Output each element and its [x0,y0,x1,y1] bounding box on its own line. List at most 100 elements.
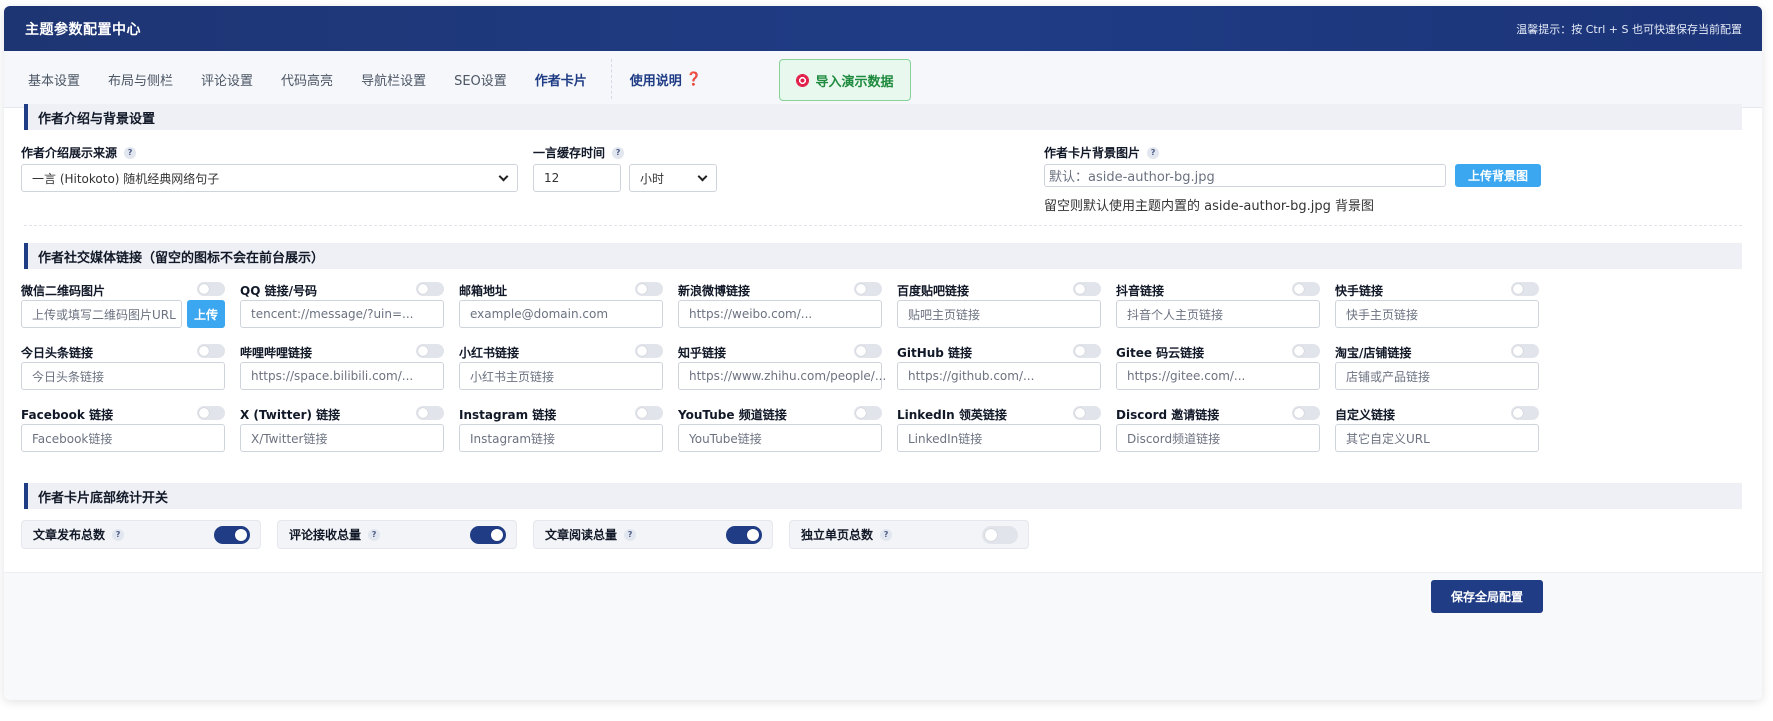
social-link-input[interactable]: 其它自定义URL [1335,424,1539,452]
social-link-input[interactable]: Discord频道链接 [1116,424,1320,452]
social-link-label: 抖音链接 [1116,284,1165,298]
social-link-toggle[interactable] [854,406,882,420]
help-icon[interactable]: ? [880,528,893,541]
bg-image-label: 作者卡片背景图片? [1044,144,1160,161]
social-link-input[interactable]: example@domain.com [459,300,663,328]
social-link-toggle[interactable] [635,344,663,358]
chevron-down-icon [498,171,509,181]
header-bar: 主题参数配置中心 温馨提示：按 Ctrl + S 也可快速保存当前配置 [4,6,1762,51]
social-link-input[interactable]: tencent://message/?uin=... [240,300,444,328]
import-demo-button[interactable]: 导入演示数据 [779,59,911,101]
tab-navbar[interactable]: 导航栏设置 [347,51,440,107]
social-link-input[interactable]: YouTube链接 [678,424,882,452]
help-icon[interactable]: ? [1147,146,1160,159]
social-link-toggle[interactable] [416,406,444,420]
config-panel: 主题参数配置中心 温馨提示：按 Ctrl + S 也可快速保存当前配置 基本设置… [4,6,1762,700]
stat-label: 文章阅读总量 [545,528,618,542]
social-link-label: Instagram 链接 [459,408,557,422]
social-link-input[interactable]: 今日头条链接 [21,362,225,390]
social-link-toggle[interactable] [1073,406,1101,420]
social-link-input[interactable]: https://weibo.com/... [678,300,882,328]
social-link-input[interactable]: https://github.com/... [897,362,1101,390]
cache-duration-input[interactable]: 12 [533,164,621,192]
source-label-text: 作者介绍展示来源 [21,146,118,160]
social-link-label: 哔哩哔哩链接 [240,346,313,360]
stat-comment-count: 评论接收总量? [277,520,517,549]
social-link-toggle[interactable] [1511,406,1539,420]
social-link-input[interactable]: Instagram链接 [459,424,663,452]
social-link-input[interactable]: 小红书主页链接 [459,362,663,390]
social-link-toggle[interactable] [854,282,882,296]
help-icon[interactable]: ? [112,528,125,541]
social-link-input[interactable]: LinkedIn链接 [897,424,1101,452]
social-link-label: 自定义链接 [1335,408,1396,422]
social-link-label: 知乎链接 [678,346,727,360]
social-link-input[interactable]: https://space.bilibili.com/... [240,362,444,390]
tab-seo[interactable]: SEO设置 [440,51,521,107]
help-icon[interactable]: ? [124,146,137,159]
social-link-input[interactable]: Facebook链接 [21,424,225,452]
social-link-label: X (Twitter) 链接 [240,408,341,422]
social-link-input[interactable]: X/Twitter链接 [240,424,444,452]
social-link-input[interactable]: 上传或填写二维码图片URL [21,300,182,328]
social-link-toggle[interactable] [1292,282,1320,296]
upload-qrcode-button[interactable]: 上传 [187,300,225,328]
section-header-author-intro: 作者介绍与背景设置 [24,104,1742,130]
social-link-input[interactable]: https://gitee.com/... [1116,362,1320,390]
social-link-toggle[interactable] [1073,282,1101,296]
social-link-toggle[interactable] [197,344,225,358]
cache-unit-select[interactable]: 小时 [629,164,717,192]
bg-image-input[interactable]: 默认：aside-author-bg.jpg [1044,164,1446,187]
save-config-button[interactable]: 保存全局配置 [1431,580,1543,613]
social-link-input[interactable]: 贴吧主页链接 [897,300,1101,328]
social-link-label: 今日头条链接 [21,346,94,360]
help-icon[interactable]: ? [368,528,381,541]
source-select[interactable]: 一言 (Hitokoto) 随机经典网络句子 [21,164,518,192]
stat-label: 评论接收总量 [289,528,362,542]
page-title: 主题参数配置中心 [25,21,141,38]
social-link-toggle[interactable] [1511,344,1539,358]
social-link-toggle[interactable] [1073,344,1101,358]
social-link-toggle[interactable] [1292,406,1320,420]
tab-bar: 基本设置 布局与侧栏 评论设置 代码高亮 导航栏设置 SEO设置 作者卡片 使用… [4,51,1762,108]
tab-author-card[interactable]: 作者卡片 [520,51,601,108]
social-link-input[interactable]: 抖音个人主页链接 [1116,300,1320,328]
stat-label: 独立单页总数 [801,528,874,542]
social-link-label: 小红书链接 [459,346,520,360]
stat-view-count: 文章阅读总量? [533,520,773,549]
social-link-input[interactable]: https://www.zhihu.com/people/... [678,362,886,390]
tab-layout[interactable]: 布局与侧栏 [94,51,187,107]
social-link-toggle[interactable] [635,282,663,296]
stat-page-count: 独立单页总数? [789,520,1029,549]
tab-code-highlight[interactable]: 代码高亮 [267,51,347,107]
tab-divider [610,59,612,99]
chevron-down-icon [697,171,708,181]
social-link-label: Gitee 码云链接 [1116,346,1205,360]
social-link-toggle[interactable] [197,282,225,296]
stat-comment-count-toggle[interactable] [470,526,506,544]
stat-post-count-toggle[interactable] [214,526,250,544]
upload-bg-button[interactable]: 上传背景图 [1455,164,1541,187]
social-link-toggle[interactable] [1511,282,1539,296]
social-link-input[interactable]: 店铺或产品链接 [1335,362,1539,390]
social-link-toggle[interactable] [416,344,444,358]
social-link-label: LinkedIn 领英链接 [897,408,1007,422]
social-link-toggle[interactable] [197,406,225,420]
social-link-toggle[interactable] [1292,344,1320,358]
tab-basic[interactable]: 基本设置 [14,51,94,107]
tab-help[interactable]: 使用说明 ❓ [616,51,716,107]
social-link-label: 微信二维码图片 [21,284,106,298]
footer-divider [4,572,1762,573]
social-link-toggle[interactable] [635,406,663,420]
stat-view-count-toggle[interactable] [726,526,762,544]
dart-target-icon [796,73,810,87]
tab-comments[interactable]: 评论设置 [187,51,267,107]
social-link-toggle[interactable] [416,282,444,296]
source-select-value: 一言 (Hitokoto) 随机经典网络句子 [32,171,220,186]
help-icon[interactable]: ? [612,146,625,159]
tab-label: 作者卡片 [534,73,587,89]
help-icon[interactable]: ? [624,528,637,541]
social-link-toggle[interactable] [854,344,882,358]
social-link-input[interactable]: 快手主页链接 [1335,300,1539,328]
stat-page-count-toggle[interactable] [982,526,1018,544]
